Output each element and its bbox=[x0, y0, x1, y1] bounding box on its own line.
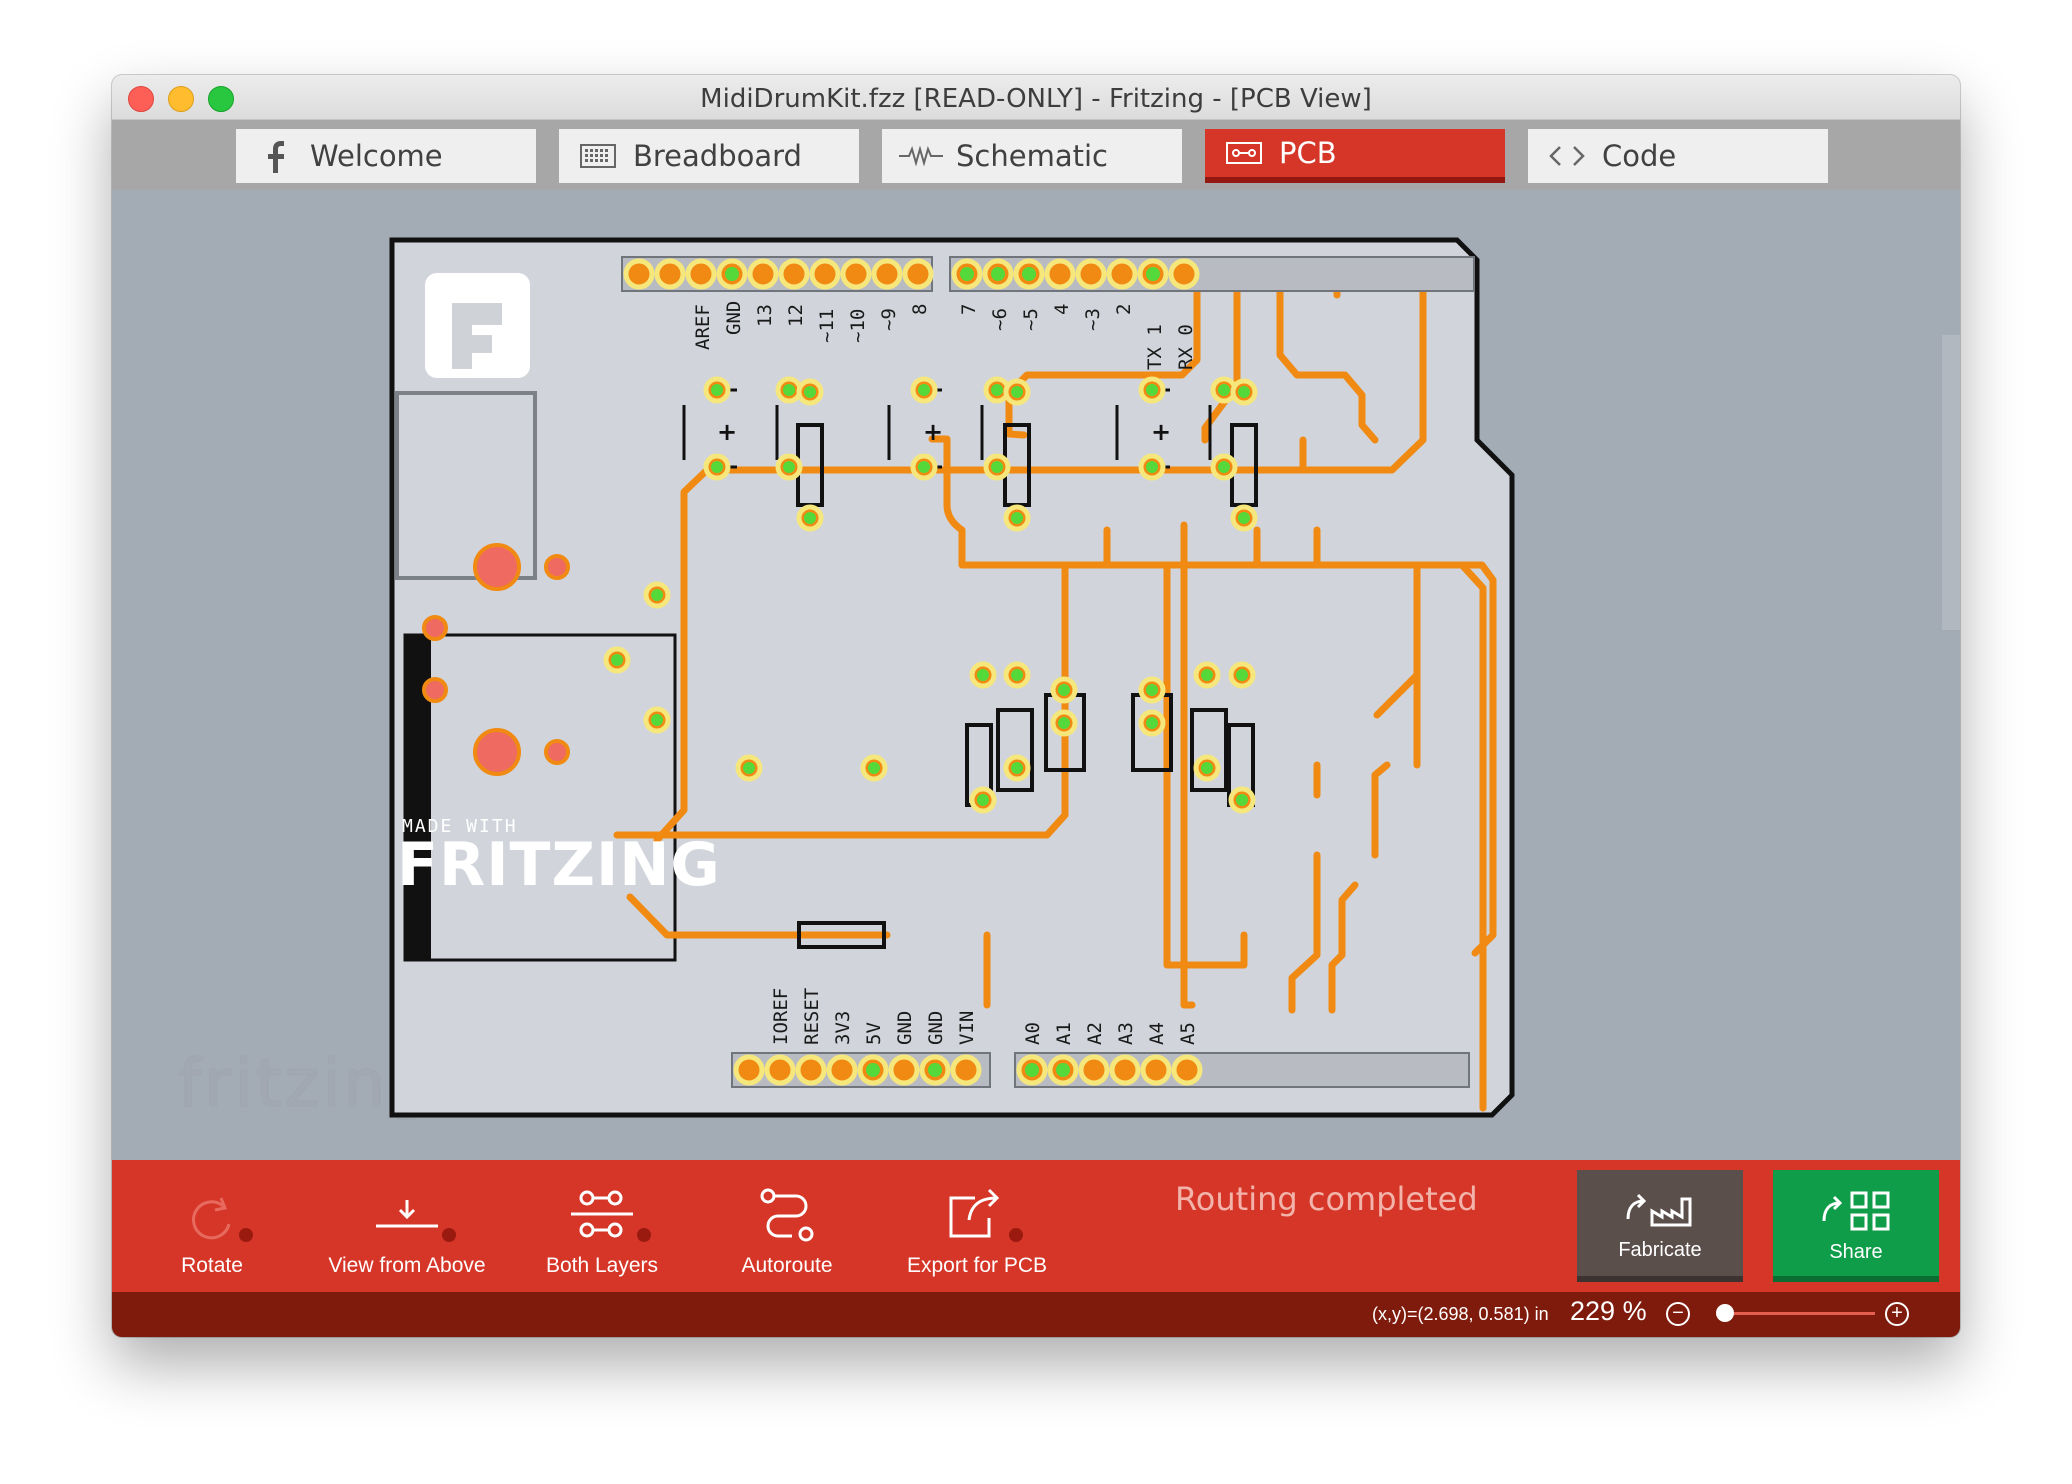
view-from-above-label: View from Above bbox=[328, 1254, 486, 1277]
pin-label: 2 bbox=[1113, 304, 1135, 315]
pcb-icon bbox=[1221, 142, 1267, 164]
autoroute-button[interactable]: Autoroute bbox=[702, 1160, 872, 1292]
zoom-slider-thumb[interactable] bbox=[1715, 1304, 1734, 1322]
pin-label: TX 1 bbox=[1144, 324, 1166, 370]
title-bar: MidiDrumKit.fzz [READ-ONLY] - Fritzing -… bbox=[112, 75, 1960, 120]
view-tab-bar: Welcome Breadboard Schematic PCB Code bbox=[112, 120, 1960, 190]
pin-label: ~9 bbox=[878, 308, 900, 331]
tab-breadboard[interactable]: Breadboard bbox=[559, 129, 859, 183]
zoom-value[interactable]: 229 bbox=[1570, 1296, 1615, 1326]
export-for-pcb-button[interactable]: Export for PCB bbox=[877, 1160, 1077, 1292]
autoroute-icon bbox=[758, 1160, 816, 1242]
pin-label: GND bbox=[894, 1011, 916, 1045]
both-layers-icon bbox=[567, 1160, 651, 1242]
fabricate-label: Fabricate bbox=[1618, 1238, 1702, 1261]
top-pads bbox=[623, 258, 1200, 290]
pin-label: ~5 bbox=[1020, 308, 1042, 331]
zoom-readout: 229 % bbox=[1570, 1296, 1647, 1327]
fritzing-logo-block bbox=[425, 273, 530, 378]
pin-label: 7 bbox=[958, 304, 980, 315]
view-from-above-icon bbox=[372, 1160, 456, 1242]
tab-welcome-label: Welcome bbox=[310, 139, 443, 173]
tab-pcb[interactable]: PCB bbox=[1205, 129, 1505, 183]
pin-label: AREF bbox=[692, 304, 714, 350]
pin-label: 3V3 bbox=[832, 1011, 854, 1045]
board-outline bbox=[389, 237, 1515, 1118]
fabricate-icon bbox=[1626, 1193, 1692, 1226]
share-button[interactable]: Share bbox=[1773, 1170, 1939, 1282]
tab-code[interactable]: Code bbox=[1528, 129, 1828, 183]
tab-schematic-label: Schematic bbox=[956, 139, 1108, 173]
plus-mark: + bbox=[1151, 418, 1171, 446]
pin-label: A5 bbox=[1177, 1022, 1199, 1045]
view-from-above-button[interactable]: View from Above bbox=[302, 1160, 512, 1292]
pin-label: 8 bbox=[909, 304, 931, 315]
tab-pcb-label: PCB bbox=[1279, 136, 1337, 170]
cursor-coordinates: (x,y)=(2.698, 0.581) in bbox=[1372, 1304, 1549, 1324]
export-icon bbox=[945, 1160, 1023, 1242]
fritzing-f-icon bbox=[252, 136, 298, 176]
rotate-dropdown-icon[interactable] bbox=[239, 1228, 253, 1242]
window-title: MidiDrumKit.fzz [READ-ONLY] - Fritzing -… bbox=[700, 84, 1372, 114]
rotate-button[interactable]: Rotate bbox=[142, 1160, 282, 1292]
zoom-unit: % bbox=[1622, 1296, 1647, 1326]
status-bar: (x,y)=(2.698, 0.581) in 229 % − + bbox=[112, 1292, 1960, 1337]
vertical-scrollbar[interactable] bbox=[1942, 335, 1960, 630]
pin-label: A4 bbox=[1146, 1022, 1168, 1045]
tab-breadboard-label: Breadboard bbox=[633, 139, 802, 173]
tab-welcome[interactable]: Welcome bbox=[236, 129, 536, 183]
both-layers-label: Both Layers bbox=[545, 1254, 659, 1277]
pin-label: 4 bbox=[1051, 304, 1073, 315]
rotate-icon bbox=[185, 1160, 253, 1242]
tab-schematic[interactable]: Schematic bbox=[882, 129, 1182, 183]
bottom-pads bbox=[733, 1054, 1203, 1086]
breadboard-icon bbox=[575, 144, 621, 168]
pcb-board[interactable]: AREF GND 13 12 ~11 ~10 ~9 8 7 ~6 ~5 4 ~3… bbox=[387, 235, 1515, 1125]
pin-label: 13 bbox=[754, 304, 776, 327]
pin-label: GND bbox=[925, 1011, 947, 1045]
code-icon bbox=[1544, 144, 1590, 168]
zoom-out-icon[interactable]: − bbox=[1666, 1302, 1690, 1326]
export-for-pcb-label: Export for PCB bbox=[906, 1254, 1048, 1277]
pin-label: ~11 bbox=[816, 309, 838, 343]
pin-label: A3 bbox=[1115, 1022, 1137, 1045]
share-icon bbox=[1822, 1191, 1890, 1230]
export-dropdown-icon[interactable] bbox=[1009, 1228, 1023, 1242]
routing-status: Routing completed bbox=[1175, 1180, 1478, 1218]
pin-label: 12 bbox=[785, 304, 807, 327]
autoroute-label: Autoroute bbox=[741, 1254, 833, 1277]
plus-mark: + bbox=[923, 418, 943, 446]
pin-label: ~6 bbox=[989, 308, 1011, 331]
zoom-in-icon[interactable]: + bbox=[1885, 1302, 1909, 1326]
layers-dropdown-icon[interactable] bbox=[637, 1228, 651, 1242]
plus-mark: + bbox=[717, 418, 737, 446]
pin-label: GND bbox=[723, 301, 745, 335]
schematic-icon bbox=[898, 146, 944, 166]
pin-label: IOREF bbox=[770, 988, 792, 1045]
fabricate-button[interactable]: Fabricate bbox=[1577, 1170, 1743, 1282]
app-window: MidiDrumKit.fzz [READ-ONLY] - Fritzing -… bbox=[112, 75, 1960, 1337]
pin-label: RESET bbox=[801, 988, 823, 1045]
view-dropdown-icon[interactable] bbox=[442, 1228, 456, 1242]
pin-label: ~10 bbox=[847, 309, 869, 343]
pin-label: A0 bbox=[1022, 1022, 1044, 1045]
pin-label: ~3 bbox=[1082, 308, 1104, 331]
tab-code-label: Code bbox=[1602, 139, 1677, 173]
rotate-label: Rotate bbox=[181, 1254, 243, 1277]
pin-label: RX 0 bbox=[1175, 324, 1197, 370]
both-layers-button[interactable]: Both Layers bbox=[512, 1160, 692, 1292]
pin-label: 5V bbox=[863, 1022, 885, 1045]
pin-label: A2 bbox=[1084, 1022, 1106, 1045]
pin-label: A1 bbox=[1053, 1022, 1075, 1045]
pin-label: VIN bbox=[956, 1011, 978, 1045]
share-label: Share bbox=[1829, 1240, 1883, 1263]
zoom-slider[interactable] bbox=[1717, 1312, 1875, 1315]
logo-big-text: FRITZING bbox=[397, 830, 721, 900]
